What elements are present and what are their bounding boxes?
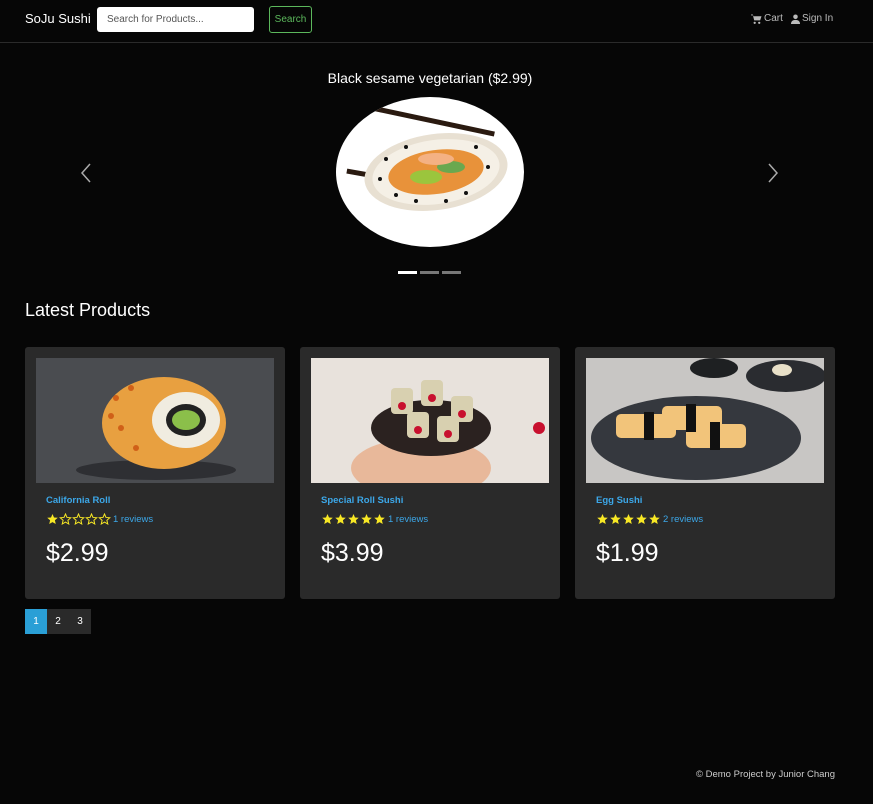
signin-label: Sign In [802,13,834,24]
product-name[interactable]: Special Roll Sushi [321,495,403,506]
section-title: Latest Products [25,300,151,320]
star-filled-icon [597,514,608,524]
page-link-2[interactable]: 2 [47,609,69,634]
product-card: California Roll 1 reviews $2.99 [25,347,285,599]
search-input[interactable] [97,7,254,32]
star-filled-icon [335,514,346,524]
chevron-right-icon[interactable] [765,162,781,184]
carousel-image[interactable] [336,97,524,247]
star-filled-icon [636,514,647,524]
signin-link[interactable]: Sign In [791,13,833,24]
brand-logo[interactable]: SoJu Sushi [25,11,91,26]
star-filled-icon [649,514,660,524]
page-link-1[interactable]: 1 [25,609,47,634]
product-image[interactable] [36,358,274,483]
product-name[interactable]: Egg Sushi [596,495,642,506]
star-empty-icon [85,513,98,525]
star-empty-icon [98,513,111,525]
review-count: 1 reviews [113,513,154,525]
navbar: SoJu Sushi Search Cart Sign In [0,0,873,43]
product-rating: 1 reviews [321,513,428,525]
star-filled-icon [361,514,372,524]
product-card: Egg Sushi 2 reviews $1.99 [575,347,835,599]
review-count: 1 reviews [388,513,429,525]
star-rating [321,513,386,525]
chevron-left-icon[interactable] [78,162,94,184]
pagination: 1 2 3 [25,609,91,634]
star-rating [596,513,661,525]
star-filled-icon [322,514,333,524]
product-price: $3.99 [321,539,384,567]
cart-label: Cart [764,13,783,24]
product-image[interactable] [586,358,824,483]
review-count: 2 reviews [663,513,704,525]
product-price: $2.99 [46,539,109,567]
star-filled-icon [610,514,621,524]
star-filled-icon [623,514,634,524]
carousel-indicator[interactable] [398,271,417,274]
carousel-caption[interactable]: Black sesame vegetarian ($2.99) [0,70,860,86]
product-carousel: Black sesame vegetarian ($2.99) [0,44,873,289]
star-filled-icon [374,514,385,524]
carousel-indicator[interactable] [420,271,439,274]
cart-link[interactable]: Cart [751,13,783,24]
carousel-indicators [398,271,461,274]
product-price: $1.99 [596,539,659,567]
star-rating [46,513,111,525]
star-empty-icon [59,513,72,525]
star-filled-icon [47,514,58,524]
footer-text: © Demo Project by Junior Chang [695,769,835,780]
product-rating: 2 reviews [596,513,703,525]
search-button[interactable]: Search [269,6,312,33]
product-image[interactable] [311,358,549,483]
cart-icon [751,13,762,24]
carousel-indicator[interactable] [442,271,461,274]
product-name[interactable]: California Roll [46,495,110,506]
user-icon [791,14,800,24]
star-empty-icon [72,513,85,525]
page-link-3[interactable]: 3 [69,609,91,634]
star-filled-icon [348,514,359,524]
product-card: Special Roll Sushi 1 reviews $3.99 [300,347,560,599]
product-rating: 1 reviews [46,513,153,525]
